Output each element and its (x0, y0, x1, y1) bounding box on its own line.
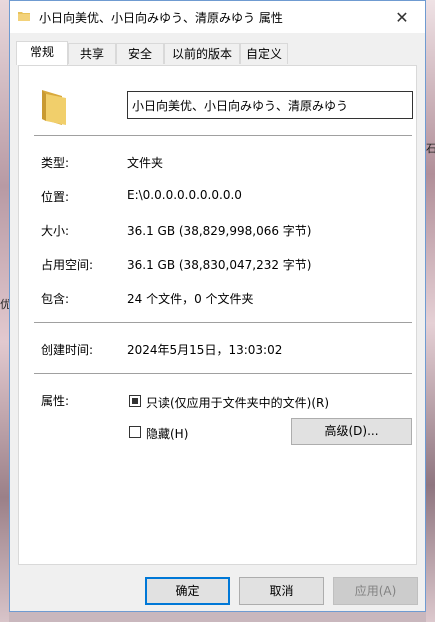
close-button[interactable]: ✕ (379, 1, 425, 33)
hidden-label[interactable]: 隐藏(H) (146, 425, 188, 442)
folder-name-input[interactable] (127, 91, 413, 119)
type-value: 文件夹 (127, 156, 164, 170)
tab-general[interactable]: 常规 (16, 41, 68, 65)
general-panel: 类型: 文件夹 位置: E:\0.0.0.0.0.0.0.0.0 大小: 36.… (18, 65, 417, 565)
properties-dialog: 小日向美优、小日向みゆう、清原みゆう 属性 ✕ 常规 共享 安全 以前的版本 自… (9, 0, 426, 612)
desktop-background-right: 石 (426, 0, 435, 622)
title-bar[interactable]: 小日向美优、小日向みゆう、清原みゆう 属性 ✕ (10, 1, 425, 33)
folder-icon (18, 12, 30, 21)
size-on-disk-label: 占用空间: (41, 258, 94, 272)
size-label: 大小: (41, 224, 70, 238)
size-on-disk-value: 36.1 GB (38,830,047,232 字节) (127, 258, 312, 272)
separator (34, 135, 412, 136)
type-label: 类型: (41, 156, 70, 170)
contains-label: 包含: (41, 292, 70, 306)
advanced-button[interactable]: 高级(D)... (291, 418, 412, 445)
cancel-button[interactable]: 取消 (239, 577, 324, 605)
tab-sharing[interactable]: 共享 (68, 43, 116, 64)
created-label: 创建时间: (41, 343, 94, 357)
window-title: 小日向美优、小日向みゆう、清原みゆう 属性 (39, 11, 283, 25)
folder-icon (42, 90, 66, 125)
background-text-right: 石 (426, 142, 435, 155)
ok-button[interactable]: 确定 (145, 577, 230, 605)
tab-security[interactable]: 安全 (116, 43, 164, 64)
created-value: 2024年5月15日，13:03:02 (127, 343, 283, 357)
close-icon: ✕ (395, 7, 409, 27)
tab-previous-versions[interactable]: 以前的版本 (164, 43, 240, 64)
separator (34, 373, 412, 374)
readonly-checkbox[interactable] (129, 395, 141, 407)
readonly-label[interactable]: 只读(仅应用于文件夹中的文件)(R) (146, 394, 329, 411)
contains-value: 24 个文件，0 个文件夹 (127, 292, 254, 306)
size-value: 36.1 GB (38,829,998,066 字节) (127, 224, 312, 238)
location-label: 位置: (41, 190, 70, 204)
attributes-label: 属性: (41, 394, 70, 408)
location-value: E:\0.0.0.0.0.0.0.0.0 (127, 188, 242, 202)
separator (34, 322, 412, 323)
apply-button[interactable]: 应用(A) (333, 577, 418, 605)
hidden-checkbox[interactable] (129, 426, 141, 438)
tab-customize[interactable]: 自定义 (240, 43, 288, 64)
desktop-background-left: 优 (0, 0, 11, 622)
